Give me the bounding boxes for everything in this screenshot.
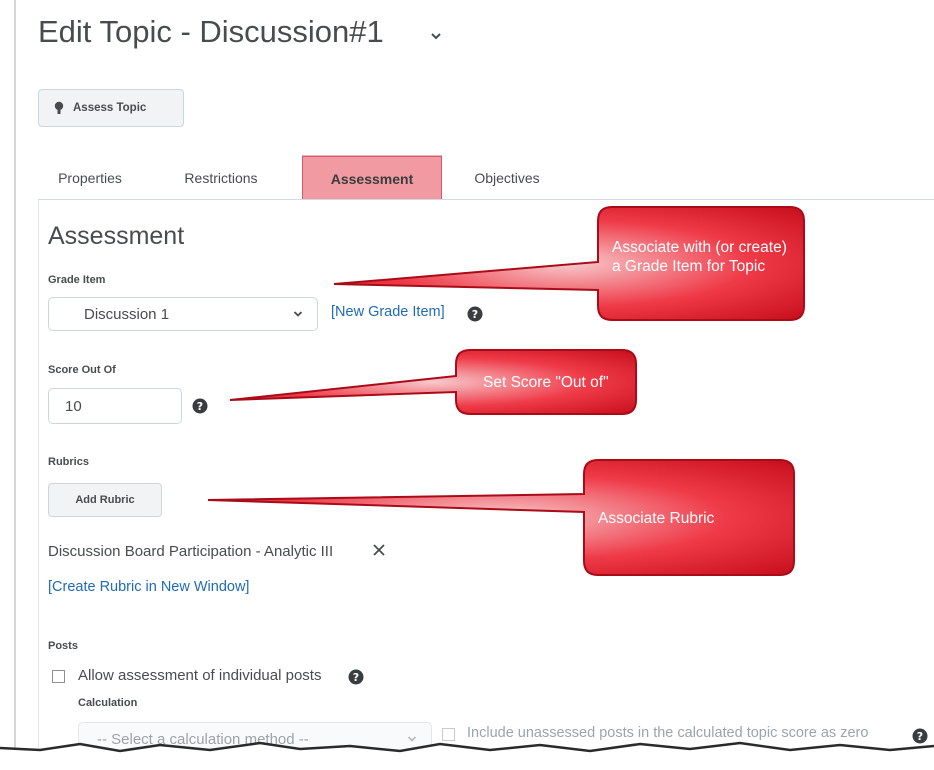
svg-text:?: ?	[353, 671, 359, 684]
close-icon[interactable]	[372, 543, 386, 557]
svg-text:?: ?	[472, 308, 478, 321]
score-out-of-value: 10	[65, 397, 82, 415]
posts-label: Posts	[48, 640, 78, 652]
new-grade-item-link[interactable]: [New Grade Item]	[331, 304, 445, 320]
assess-topic-label: Assess Topic	[73, 102, 147, 114]
tab-restrictions-label: Restrictions	[184, 170, 258, 186]
create-rubric-link[interactable]: [Create Rubric in New Window]	[48, 579, 249, 595]
tab-divider	[38, 199, 934, 200]
chevron-down-icon	[293, 311, 303, 317]
section-title: Assessment	[48, 222, 185, 250]
svg-text:?: ?	[197, 400, 203, 413]
grade-item-value: Discussion 1	[84, 305, 170, 323]
tab-bar: Properties Restrictions Assessment Objec…	[38, 156, 934, 200]
title-chevron-down-icon[interactable]	[428, 28, 444, 44]
assess-topic-button[interactable]: Assess Topic	[38, 89, 184, 127]
tab-objectives-label: Objectives	[474, 170, 540, 186]
grade-item-label: Grade Item	[48, 274, 106, 286]
panel-border	[38, 200, 39, 752]
add-rubric-label: Add Rubric	[75, 494, 135, 506]
torn-edge	[0, 741, 934, 770]
tab-assessment[interactable]: Assessment	[302, 156, 442, 200]
tab-properties[interactable]: Properties	[46, 156, 134, 200]
page-title: Edit Topic - Discussion#1	[38, 14, 384, 49]
add-rubric-button[interactable]: Add Rubric	[48, 483, 162, 517]
callout-score-text: Set Score "Out of"	[483, 374, 609, 391]
lightbulb-icon	[54, 101, 64, 114]
score-out-of-label: Score Out Of	[48, 364, 116, 376]
allow-individual-checkbox[interactable]	[52, 670, 65, 683]
callout-score	[229, 349, 637, 415]
score-out-of-input[interactable]: 10	[48, 388, 182, 424]
help-icon[interactable]: ?	[467, 306, 483, 322]
help-icon[interactable]: ?	[348, 669, 364, 685]
callout-rubric-text: Associate Rubric	[598, 510, 715, 527]
tab-properties-label: Properties	[58, 170, 122, 186]
calculation-label: Calculation	[78, 697, 138, 709]
tab-restrictions[interactable]: Restrictions	[158, 156, 284, 200]
grade-item-select[interactable]: Discussion 1	[48, 297, 318, 331]
help-icon[interactable]: ?	[192, 398, 208, 414]
screenshot-border	[14, 0, 16, 752]
rubrics-label: Rubrics	[48, 456, 89, 468]
tab-assessment-label: Assessment	[330, 170, 414, 187]
rubric-name: Discussion Board Participation - Analyti…	[48, 543, 334, 560]
callout-grade-item-text: Associate with (or create) a Grade Item …	[612, 239, 787, 275]
tab-objectives[interactable]: Objectives	[452, 156, 562, 200]
allow-individual-label: Allow assessment of individual posts	[78, 667, 322, 684]
